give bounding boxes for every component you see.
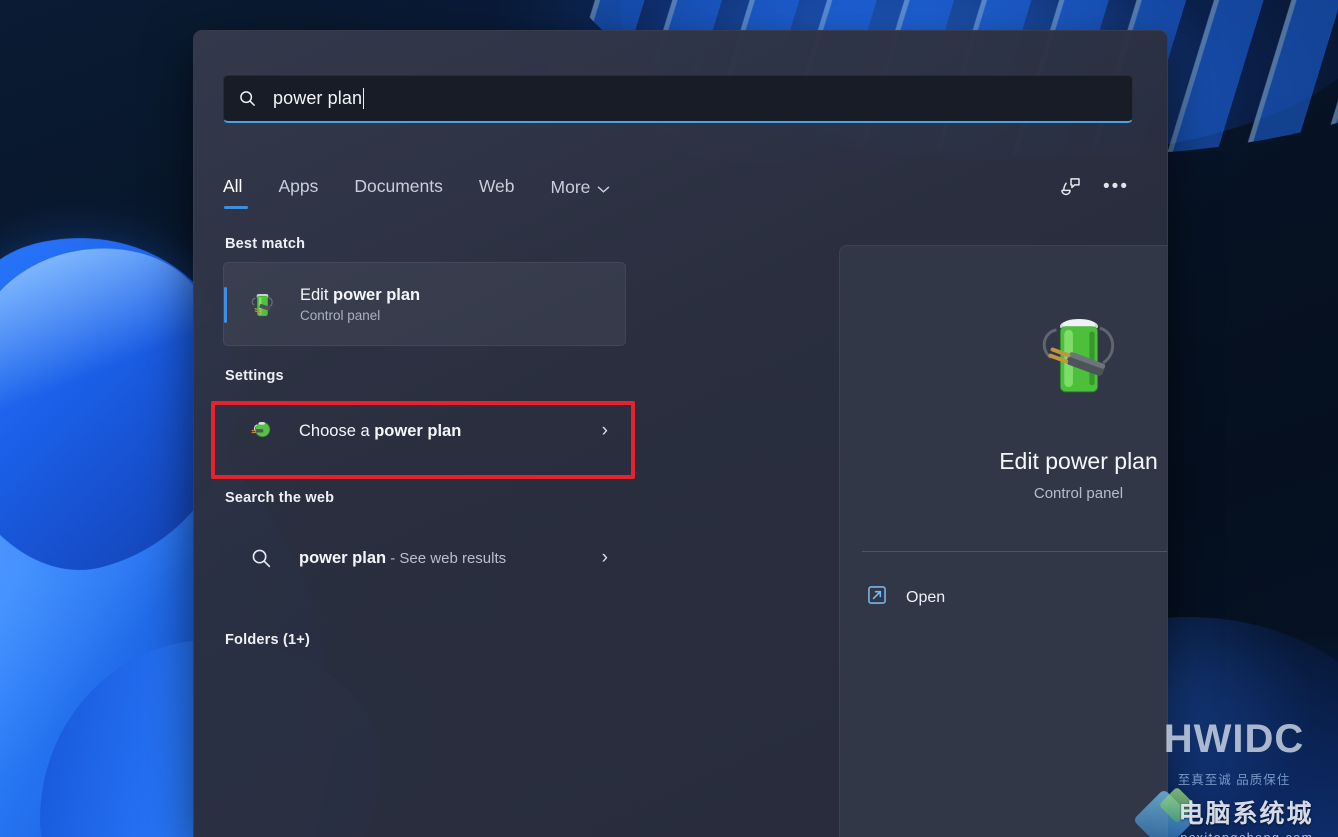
result-title-match: power plan	[333, 285, 421, 304]
battery-power-plug-icon	[1024, 306, 1134, 416]
chevron-down-icon	[597, 178, 610, 199]
result-title-prefix: Edit	[300, 285, 334, 304]
detail-divider	[862, 551, 1167, 552]
search-filter-tabs: All Apps Documents Web More •••	[223, 176, 1133, 224]
tab-all-label: All	[223, 176, 243, 196]
group-header-search-the-web: Search the web	[225, 490, 335, 506]
tab-more-label: More	[550, 177, 591, 197]
detail-title: Edit power plan	[999, 448, 1158, 474]
detail-subtitle: Control panel	[1033, 485, 1124, 502]
open-external-icon	[866, 584, 888, 611]
result-title: Edit power plan	[300, 286, 420, 305]
search-icon	[241, 547, 281, 570]
search-query-value: power plan	[273, 88, 363, 108]
tab-documents-label: Documents	[354, 176, 443, 196]
more-options-icon[interactable]: •••	[1099, 170, 1133, 204]
tab-apps-label: Apps	[278, 176, 319, 196]
group-header-folders: Folders (1+)	[225, 632, 310, 648]
open-action-label: Open	[906, 588, 946, 606]
result-subtitle: Control panel	[300, 307, 381, 323]
result-row-text: Edit power plan Control panel	[300, 286, 420, 323]
result-title: power plan - See web results	[299, 547, 549, 570]
chevron-right-icon: ›	[601, 547, 608, 568]
search-input-text: power plan	[273, 88, 365, 109]
result-title-match: power plan	[299, 548, 387, 567]
result-title-suffix: - See web results	[386, 549, 507, 567]
search-icon	[238, 89, 257, 108]
result-row-edit-power-plan[interactable]: Edit power plan Control panel	[223, 262, 626, 346]
group-header-settings: Settings	[225, 368, 284, 384]
tab-more[interactable]: More	[551, 176, 611, 211]
search-input[interactable]: power plan	[223, 75, 1133, 123]
tab-apps[interactable]: Apps	[278, 176, 318, 209]
annotation-highlight-box	[211, 401, 635, 479]
more-options-glyph: •••	[1103, 176, 1129, 197]
result-detail-pane: Edit power plan Control panel Open	[839, 245, 1167, 837]
open-action-button[interactable]: Open	[862, 578, 1167, 617]
battery-power-plug-icon	[242, 289, 282, 320]
feedback-icon[interactable]	[1053, 170, 1087, 204]
tab-web[interactable]: Web	[479, 176, 515, 209]
result-row-text: power plan - See web results	[299, 547, 549, 570]
text-caret	[363, 88, 365, 109]
search-results-list: Best match Edit power plan Control panel…	[194, 236, 834, 837]
tab-web-label: Web	[478, 176, 515, 196]
tab-documents[interactable]: Documents	[354, 176, 443, 209]
desktop-wallpaper: power plan All Apps Documents Web More •…	[0, 0, 1338, 837]
result-row-web-search[interactable]: power plan - See web results ›	[223, 516, 638, 600]
group-header-best-match: Best match	[225, 236, 306, 252]
tab-all[interactable]: All	[223, 176, 249, 209]
